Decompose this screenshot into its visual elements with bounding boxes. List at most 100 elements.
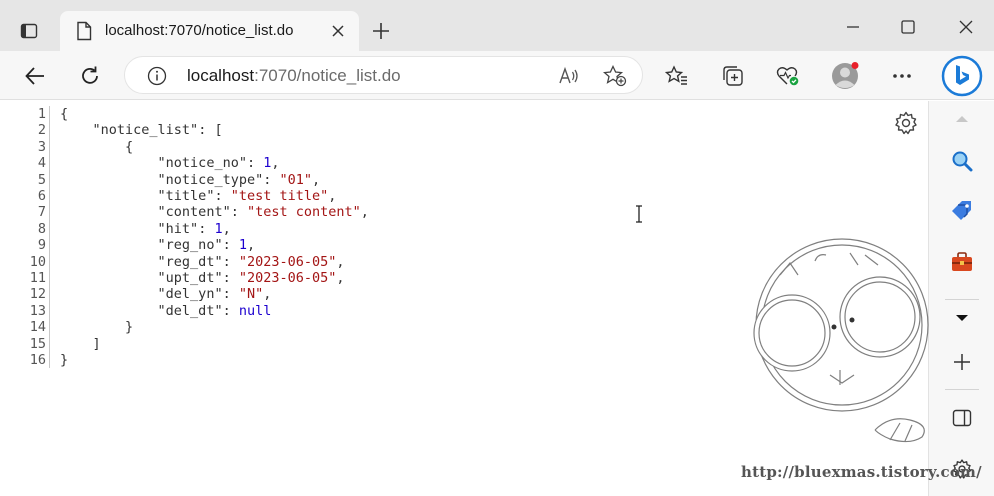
line-number: 2 — [37, 122, 46, 139]
json-code[interactable]: { "notice_list": [ { "notice_no": 1, "no… — [60, 106, 369, 369]
code-line: "upt_dt": "2023-06-05", — [60, 270, 369, 286]
json-punctuation: } — [60, 352, 69, 369]
search-icon[interactable] — [946, 145, 978, 177]
json-key: "upt_dt" — [157, 270, 223, 287]
json-punctuation: : — [222, 237, 239, 254]
json-punctuation: ] — [60, 335, 101, 352]
json-punctuation: : — [230, 204, 247, 221]
chevron-up-icon[interactable] — [946, 103, 978, 135]
line-number: 9 — [37, 237, 46, 254]
json-punctuation: , — [246, 237, 256, 254]
json-string: "test content" — [246, 204, 361, 221]
json-punctuation: { — [60, 138, 134, 155]
json-punctuation: , — [360, 204, 369, 221]
code-line: { — [60, 139, 369, 155]
maximize-icon[interactable] — [893, 12, 923, 42]
json-punctuation — [60, 237, 158, 253]
close-icon[interactable] — [328, 21, 348, 41]
sidebar-icon[interactable] — [946, 402, 978, 434]
json-punctuation: : — [198, 220, 215, 237]
more-icon[interactable] — [886, 60, 918, 92]
tab-active[interactable]: localhost:7070/notice_list.do — [60, 11, 359, 51]
plus-icon[interactable] — [368, 18, 394, 44]
tab-actions-icon[interactable] — [16, 18, 42, 44]
line-number: 4 — [37, 155, 46, 172]
tab-title: localhost:7070/notice_list.do — [105, 22, 294, 39]
line-number: 12 — [29, 286, 46, 303]
json-punctuation — [60, 221, 158, 237]
code-line: "title": "test title", — [60, 188, 369, 204]
json-value: 1 — [238, 237, 247, 254]
json-punctuation: , — [312, 171, 321, 188]
json-value: null — [238, 302, 272, 319]
chevron-down-icon[interactable] — [946, 302, 978, 334]
json-punctuation — [60, 270, 158, 286]
json-key: "notice_list" — [92, 122, 199, 139]
sidebar-divider — [945, 299, 979, 300]
json-punctuation: : — [214, 188, 231, 205]
window-close-icon[interactable] — [951, 12, 981, 42]
json-punctuation: , — [328, 188, 337, 205]
json-key: "del_dt" — [157, 302, 223, 319]
watermark-url: http://bluexmas.tistory.com/ — [741, 463, 982, 481]
code-line: "del_yn": "N", — [60, 286, 369, 302]
line-number: 1 — [37, 106, 46, 122]
favorites-icon[interactable] — [661, 60, 693, 92]
json-punctuation — [60, 303, 158, 319]
read-aloud-icon[interactable] — [558, 66, 580, 91]
url-text[interactable]: localhost:7070/notice_list.do — [187, 66, 401, 86]
json-punctuation — [60, 155, 158, 171]
json-value: 1 — [214, 220, 223, 237]
text-cursor-icon — [634, 205, 644, 223]
line-number: 16 — [29, 352, 46, 368]
json-key: "hit" — [157, 220, 199, 237]
json-punctuation: : [ — [198, 122, 223, 139]
json-punctuation: , — [222, 220, 231, 237]
code-line: ] — [60, 336, 369, 352]
code-line: "content": "test content", — [60, 204, 369, 220]
code-line: "reg_dt": "2023-06-05", — [60, 254, 369, 270]
json-punctuation: , — [336, 270, 345, 287]
json-punctuation: : — [222, 302, 239, 319]
watermark-logo — [740, 225, 940, 460]
line-number: 8 — [37, 220, 46, 237]
back-icon[interactable] — [19, 60, 51, 92]
toolbar: localhost:7070/notice_list.do — [0, 51, 994, 100]
tag-icon[interactable] — [946, 195, 978, 227]
json-key: "reg_dt" — [157, 253, 223, 270]
refresh-icon[interactable] — [74, 60, 106, 92]
json-punctuation: { — [60, 106, 69, 122]
json-key: "reg_no" — [157, 237, 223, 254]
profile-icon[interactable] — [829, 60, 861, 92]
minimize-icon[interactable] — [838, 12, 868, 42]
json-string: "N" — [238, 286, 264, 303]
json-string: "test title" — [230, 188, 329, 205]
line-number: 7 — [37, 204, 46, 221]
bing-icon[interactable] — [940, 54, 984, 98]
code-line: { — [60, 106, 369, 122]
toolbox-icon[interactable] — [946, 246, 978, 278]
browser-essentials-icon[interactable] — [772, 60, 804, 92]
collections-icon[interactable] — [717, 60, 749, 92]
add-favorite-icon[interactable] — [602, 64, 627, 92]
json-punctuation — [60, 172, 158, 188]
json-punctuation — [60, 254, 158, 270]
json-key: "content" — [157, 204, 231, 221]
code-line: "notice_list": [ — [60, 122, 369, 138]
json-punctuation: } — [60, 319, 134, 336]
info-icon[interactable] — [147, 66, 167, 91]
json-punctuation — [60, 188, 158, 204]
line-number: 15 — [29, 335, 46, 352]
code-line: "notice_type": "01", — [60, 172, 369, 188]
json-punctuation — [60, 286, 158, 302]
title-bar: localhost:7070/notice_list.do — [0, 0, 994, 51]
line-number: 14 — [29, 319, 46, 336]
line-number: 5 — [37, 171, 46, 188]
json-string: "2023-06-05" — [238, 270, 337, 287]
json-string: "2023-06-05" — [238, 253, 337, 270]
address-bar[interactable]: localhost:7070/notice_list.do — [124, 56, 643, 94]
gear-icon[interactable] — [893, 110, 919, 136]
page-icon — [76, 21, 92, 46]
add-icon[interactable] — [946, 346, 978, 378]
json-punctuation: : — [263, 171, 280, 188]
